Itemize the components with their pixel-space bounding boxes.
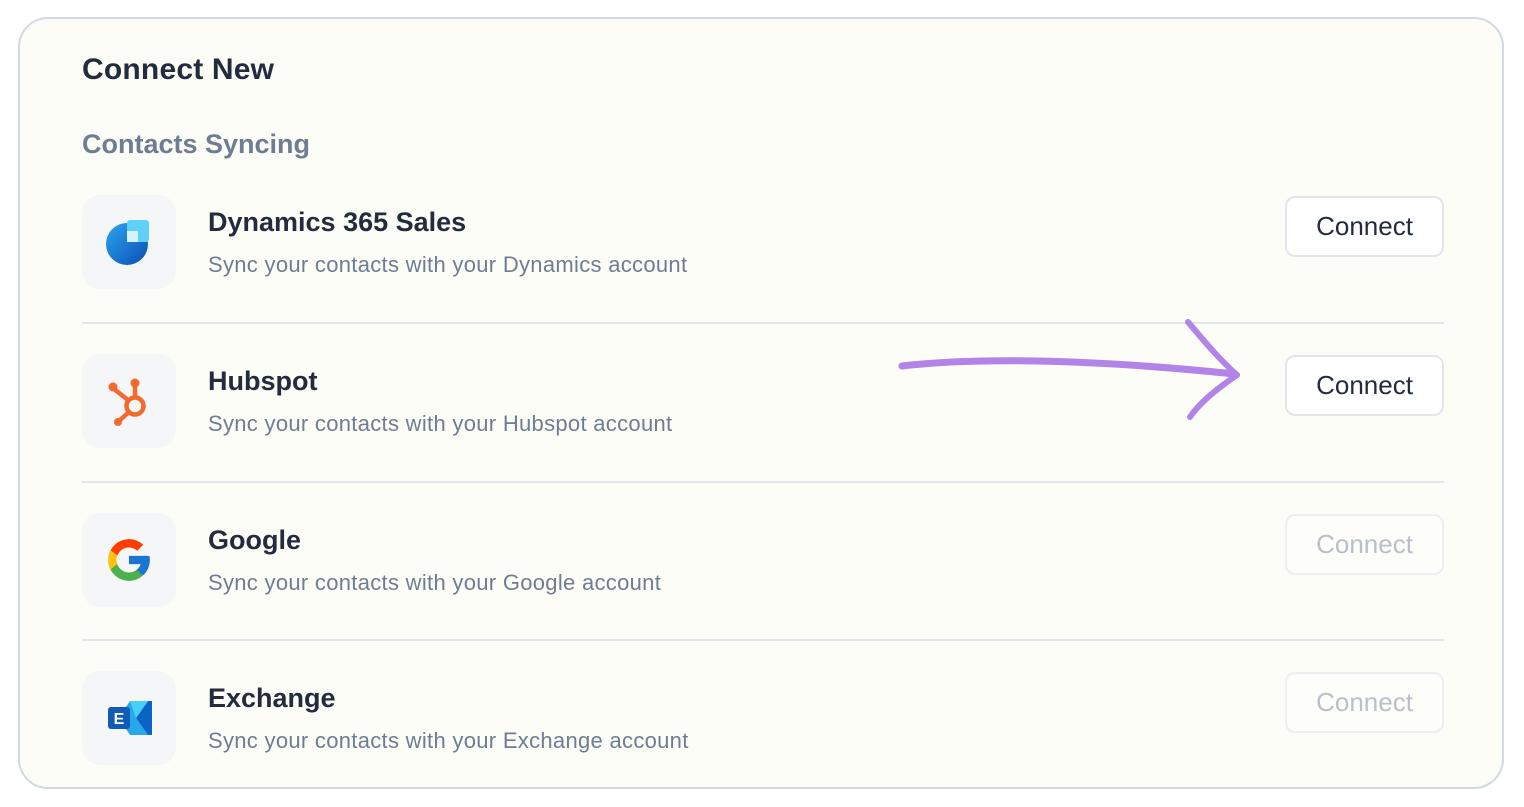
integration-row-google: Google Sync your contacts with your Goog… <box>82 513 1444 671</box>
integration-description: Sync your contacts with your Exchange ac… <box>208 728 689 753</box>
connect-hubspot-button[interactable]: Connect <box>1285 355 1444 416</box>
exchange-icon: E <box>108 701 152 735</box>
exchange-logo-container: E <box>82 671 176 765</box>
integration-description: Sync your contacts with your Hubspot acc… <box>208 411 673 436</box>
integration-name: Exchange <box>208 683 336 713</box>
connect-exchange-button[interactable]: Connect <box>1285 672 1444 733</box>
hubspot-logo-container <box>82 354 176 448</box>
integration-row-exchange: E Exchange Sync your contacts with your … <box>82 671 1444 787</box>
integration-description: Sync your contacts with your Dynamics ac… <box>208 252 688 277</box>
section-title: Contacts Syncing <box>82 129 311 159</box>
panel-title: Connect New <box>82 53 275 86</box>
integration-name: Dynamics 365 Sales <box>208 207 467 237</box>
connect-google-button[interactable]: Connect <box>1285 514 1444 575</box>
google-logo-container <box>82 513 176 607</box>
google-icon <box>108 539 150 581</box>
svg-text:E: E <box>114 711 125 728</box>
integration-name: Hubspot <box>208 366 318 396</box>
dynamics-365-icon <box>106 220 149 265</box>
integration-description: Sync your contacts with your Google acco… <box>208 570 662 595</box>
purple-arrow-icon <box>898 319 1240 420</box>
row-divider <box>82 639 1444 641</box>
hubspot-icon <box>108 378 146 426</box>
connect-new-panel: Connect New Contacts Syncing Dynamics 36… <box>18 17 1504 789</box>
connect-dynamics-button[interactable]: Connect <box>1285 196 1444 257</box>
dynamics-365-logo-container <box>82 195 176 289</box>
row-divider <box>82 481 1444 483</box>
integration-name: Google <box>208 525 301 555</box>
